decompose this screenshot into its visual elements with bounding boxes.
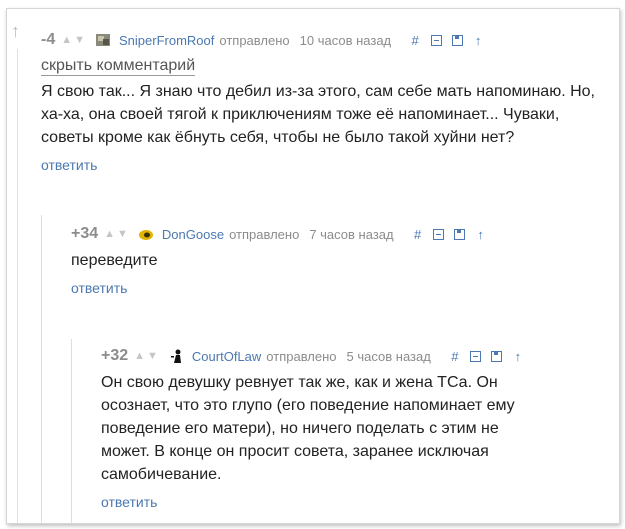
avatar[interactable] xyxy=(138,226,154,242)
comment-body: Он свою девушку ревнует так же, как и же… xyxy=(101,374,515,483)
thread-up-arrow-icon[interactable]: ↑ xyxy=(11,22,20,40)
comment-header: -4 ▲ ▼ SniperFromRoof отправлено 10 часо… xyxy=(41,29,617,51)
sent-label: отправлено xyxy=(266,348,337,364)
reply-link[interactable]: ответить xyxy=(101,494,157,510)
username-link[interactable]: CourtOfLaw xyxy=(192,349,261,364)
hash-icon[interactable]: # xyxy=(412,227,424,242)
arrow-up-icon[interactable]: ↑ xyxy=(475,227,487,242)
comment-time-link[interactable]: 10 часов назад xyxy=(300,33,392,48)
reply-link[interactable]: ответить xyxy=(41,157,97,173)
reply-link[interactable]: ответить xyxy=(71,280,127,296)
nest-line-2 xyxy=(71,339,72,523)
arrow-up-icon[interactable]: ↑ xyxy=(472,33,484,48)
minus-box-icon[interactable] xyxy=(433,228,445,240)
vote-down-icon[interactable]: ▼ xyxy=(74,34,85,46)
minus-box-icon[interactable] xyxy=(430,34,442,46)
avatar[interactable] xyxy=(168,348,184,364)
vote-up-icon[interactable]: ▲ xyxy=(104,228,115,240)
sent-label: отправлено xyxy=(219,32,290,48)
comment-header: +34 ▲ ▼ DonGoose отправлено 7 часов наза… xyxy=(71,223,611,245)
sent-label: отправлено xyxy=(229,226,300,242)
save-icon[interactable] xyxy=(451,34,463,46)
comment-3: +32 ▲ ▼ CourtOfLaw отправлено 5 часов на… xyxy=(101,345,611,512)
username-link[interactable]: SniperFromRoof xyxy=(119,33,214,48)
save-icon[interactable] xyxy=(491,350,503,362)
minus-box-icon[interactable] xyxy=(470,350,482,362)
vote-up-icon[interactable]: ▲ xyxy=(61,34,72,46)
avatar[interactable] xyxy=(95,32,111,48)
comment-1: -4 ▲ ▼ SniperFromRoof отправлено 10 часо… xyxy=(41,29,617,175)
vote-up-icon[interactable]: ▲ xyxy=(134,350,145,362)
comment-2: +34 ▲ ▼ DonGoose отправлено 7 часов наза… xyxy=(71,223,611,298)
comment-body: переведите xyxy=(71,252,158,269)
arrow-up-icon[interactable]: ↑ xyxy=(512,349,524,364)
comment-time-link[interactable]: 7 часов назад xyxy=(309,227,393,242)
nest-line-1 xyxy=(41,215,42,523)
comment-header: +32 ▲ ▼ CourtOfLaw отправлено 5 часов на… xyxy=(101,345,611,367)
comment-time-link[interactable]: 5 часов назад xyxy=(347,349,431,364)
thread-line xyxy=(17,49,18,523)
hash-icon[interactable]: # xyxy=(409,33,421,48)
comments-panel: ↑ -4 ▲ ▼ SniperFromRoof отправлено 10 ча… xyxy=(6,8,620,524)
comment-body: Я свою так... Я знаю что дебил из-за это… xyxy=(41,83,595,146)
hash-icon[interactable]: # xyxy=(449,349,461,364)
hide-comment-link[interactable]: скрыть комментарий xyxy=(41,57,196,76)
comment-rating: -4 xyxy=(41,31,56,48)
comment-rating: +32 xyxy=(101,347,129,364)
save-icon[interactable] xyxy=(454,228,466,240)
comment-rating: +34 xyxy=(71,225,99,242)
vote-down-icon[interactable]: ▼ xyxy=(117,228,128,240)
username-link[interactable]: DonGoose xyxy=(162,227,224,242)
vote-down-icon[interactable]: ▼ xyxy=(147,350,158,362)
